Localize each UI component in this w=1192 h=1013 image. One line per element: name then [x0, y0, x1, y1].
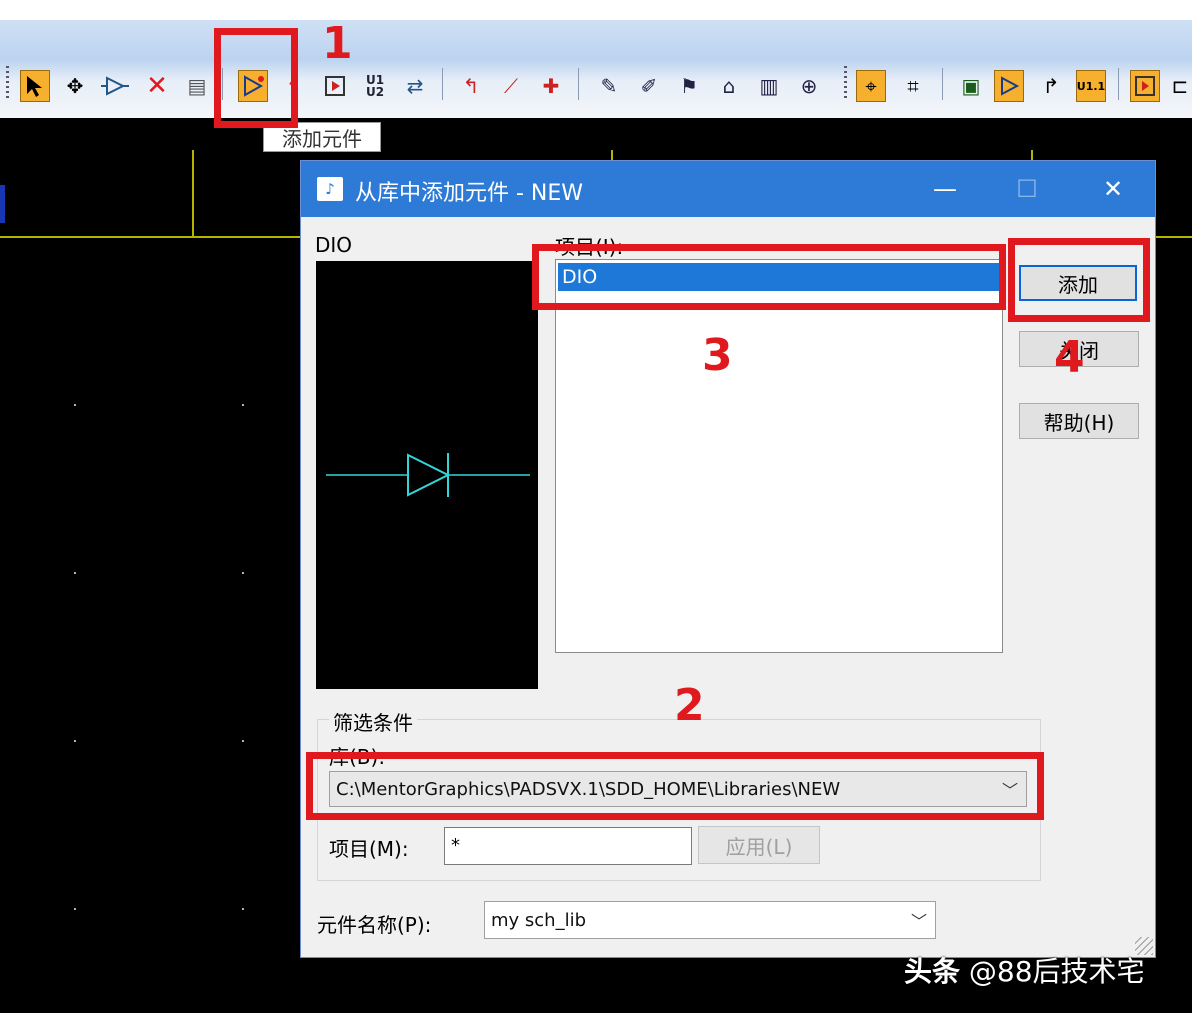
preview-label: DIO	[315, 233, 353, 257]
annotation-box-1	[214, 28, 298, 128]
filter-group-title: 筛选条件	[329, 707, 417, 736]
dialog-titlebar[interactable]: ♪ 从库中添加元件 - NEW — ☐ ✕	[301, 161, 1155, 217]
toolbar-separator	[578, 68, 579, 100]
annotation-box-3	[532, 244, 1006, 310]
add-bus-entry-icon[interactable]: ✚	[536, 70, 566, 102]
select-block-icon[interactable]	[1130, 70, 1160, 102]
watermark: 头条 @88后技术宅	[904, 950, 1145, 990]
add-graphic-icon[interactable]: ⌂	[714, 70, 744, 102]
diode-symbol-icon	[326, 453, 530, 497]
grid-dot	[74, 404, 76, 406]
add-wire-icon[interactable]: ↰	[456, 70, 486, 102]
gate-tool-icon[interactable]	[100, 70, 130, 102]
app-icon: ♪	[317, 177, 343, 201]
grid-dot	[242, 572, 244, 574]
part-name-label: 元件名称(P):	[317, 913, 432, 937]
annotation-box-2	[306, 752, 1044, 820]
select-label-icon[interactable]: U1.1	[1076, 70, 1106, 102]
grid-dot	[242, 404, 244, 406]
items-listbox[interactable]: DIO	[555, 259, 1003, 653]
grid-dot	[74, 572, 76, 574]
toolbar-separator	[942, 68, 943, 100]
grid-dot	[242, 740, 244, 742]
help-button[interactable]: 帮助(H)	[1019, 403, 1139, 439]
part-name-value: my sch_lib	[491, 909, 587, 931]
toolbar-separator	[1118, 68, 1119, 100]
component-chip-icon[interactable]: ▣	[956, 70, 986, 102]
annotation-box-4	[1008, 238, 1150, 322]
renumber-icon[interactable]: U1 U2	[360, 70, 390, 102]
item-filter-input[interactable]: *	[444, 827, 692, 865]
watermark-brand: 头条	[904, 955, 961, 988]
part-preview	[316, 261, 538, 689]
annotation-number-2: 2	[674, 680, 705, 731]
canvas-selection-edge	[0, 185, 5, 223]
add-text-icon[interactable]: ✎	[594, 70, 624, 102]
close-icon[interactable]: ✕	[1093, 171, 1133, 207]
add-field-icon[interactable]: ✐	[634, 70, 664, 102]
dialog-title: 从库中添加元件 - NEW	[355, 181, 584, 206]
select-port-icon[interactable]: ⊏	[1168, 70, 1192, 102]
toolbar-grip[interactable]	[844, 66, 847, 100]
delete-icon[interactable]: ✕	[142, 70, 172, 102]
annotation-number-1: 1	[322, 18, 353, 69]
chevron-down-icon[interactable]: ﹀	[911, 902, 927, 938]
schematic-border-line	[192, 150, 194, 238]
add-hierarchy-icon[interactable]: ▥	[754, 70, 784, 102]
toolbar-separator	[442, 68, 443, 100]
annotation-number-3: 3	[702, 330, 733, 381]
watermark-author: @88后技术宅	[968, 955, 1145, 988]
part-name-select[interactable]: my sch_lib ﹀	[484, 901, 936, 939]
add-block-icon[interactable]	[320, 70, 350, 102]
toolbar-grip[interactable]	[6, 66, 9, 100]
swap-gate-icon[interactable]: ⇄	[400, 70, 430, 102]
apply-button[interactable]: 应用(L)	[698, 826, 820, 864]
add-offpage-icon[interactable]: ⊕	[794, 70, 824, 102]
select-filter-icon[interactable]: ⌖	[856, 70, 886, 102]
add-netlabel-icon[interactable]: ⚑	[674, 70, 704, 102]
grid-dot	[74, 740, 76, 742]
top-margin	[0, 0, 1192, 20]
maximize-icon[interactable]: ☐	[1007, 171, 1047, 207]
add-bus-icon[interactable]: ⟋	[496, 70, 526, 102]
grid-dot	[74, 908, 76, 910]
select-pins-icon[interactable]: ⌗	[898, 70, 928, 102]
minimize-icon[interactable]: —	[925, 171, 965, 207]
grid-dot	[242, 908, 244, 910]
toolbar	[0, 20, 1192, 118]
gate-select-icon[interactable]	[994, 70, 1024, 102]
item-filter-label: 项目(M):	[329, 837, 409, 861]
select-wire-icon[interactable]: ↱	[1036, 70, 1066, 102]
annotation-number-4: 4	[1054, 332, 1085, 383]
properties-icon[interactable]: ▤	[182, 70, 212, 102]
select-tool-icon[interactable]	[20, 70, 50, 102]
move-tool-icon[interactable]: ✥	[60, 70, 90, 102]
